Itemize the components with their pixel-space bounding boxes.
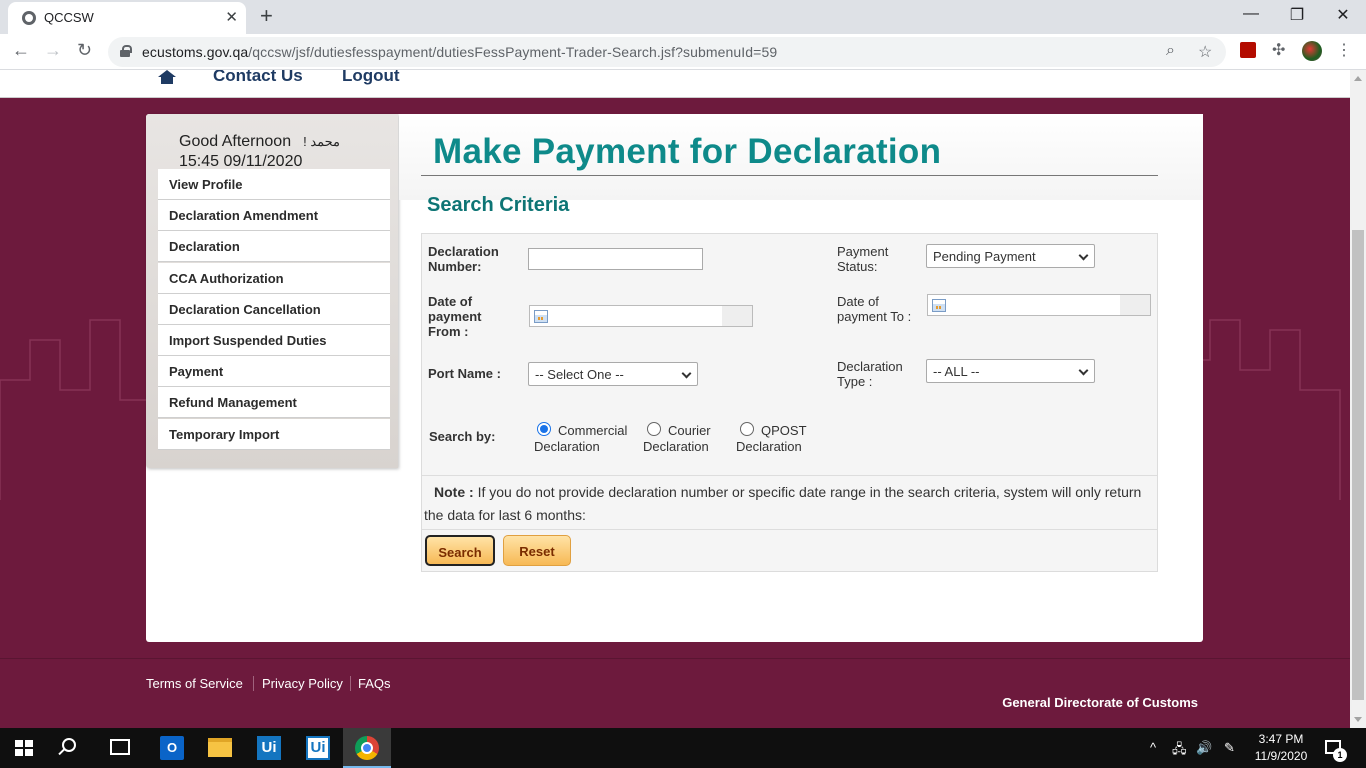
date-to-label: Date of payment To : bbox=[837, 294, 912, 324]
organization-name: General Directorate of Customs bbox=[1002, 695, 1198, 710]
greeting: Good Afternoon! محمد 15:45 09/11/2020 bbox=[179, 133, 341, 170]
network-icon[interactable]: 🖧 bbox=[1172, 740, 1187, 762]
main-panel: Good Afternoon! محمد 15:45 09/11/2020 Vi… bbox=[146, 114, 1203, 642]
taskbar-clock[interactable]: 3:47 PM 11/9/2020 bbox=[1246, 731, 1316, 765]
pen-icon[interactable]: ✎ bbox=[1224, 740, 1235, 756]
sidebar: Good Afternoon! محمد 15:45 09/11/2020 Vi… bbox=[146, 114, 398, 468]
chevron-down-icon bbox=[1078, 365, 1089, 376]
extensions-icon[interactable]: ✣ bbox=[1272, 40, 1285, 60]
scroll-thumb[interactable] bbox=[1352, 230, 1364, 700]
zoom-icon[interactable]: ⌕ bbox=[1166, 42, 1175, 60]
sidebar-item-declaration[interactable]: Declaration bbox=[158, 231, 390, 263]
sidebar-item-view-profile[interactable]: View Profile bbox=[158, 169, 390, 200]
search-button[interactable]: Search bbox=[425, 535, 495, 566]
reset-button[interactable]: Reset bbox=[503, 535, 571, 566]
globe-icon bbox=[22, 11, 36, 25]
payment-status-select[interactable]: Pending Payment bbox=[926, 244, 1095, 268]
forward-icon[interactable]: → bbox=[44, 40, 62, 61]
sidebar-item-temporary-import[interactable]: Temporary Import bbox=[158, 418, 390, 450]
profile-avatar[interactable] bbox=[1302, 41, 1322, 61]
faqs-link[interactable]: FAQs bbox=[358, 676, 391, 691]
outlook-icon[interactable]: O bbox=[160, 736, 184, 760]
volume-icon[interactable]: 🔊 bbox=[1196, 740, 1212, 756]
uipath-studio-icon[interactable]: Ui bbox=[257, 736, 281, 760]
declaration-type-select[interactable]: -- ALL -- bbox=[926, 359, 1095, 383]
search-icon[interactable] bbox=[62, 738, 76, 752]
footer-divider bbox=[350, 676, 351, 691]
bookmark-star-icon[interactable]: ☆ bbox=[1198, 42, 1212, 62]
declaration-type-label: Declaration Type : bbox=[837, 359, 903, 389]
uipath-assistant-icon[interactable]: Ui bbox=[306, 736, 330, 760]
sidebar-item-import-suspended-duties[interactable]: Import Suspended Duties bbox=[158, 324, 390, 356]
terms-of-service-link[interactable]: Terms of Service bbox=[146, 676, 243, 691]
calendar-icon[interactable] bbox=[932, 299, 946, 312]
new-tab-icon[interactable]: + bbox=[260, 3, 273, 29]
date-from-input[interactable] bbox=[529, 305, 753, 327]
declaration-number-label: Declaration Number: bbox=[428, 244, 499, 274]
page-scrollbar[interactable] bbox=[1350, 70, 1366, 728]
minimize-icon[interactable]: — bbox=[1228, 5, 1274, 23]
radio-commercial-label[interactable]: Commercial Declaration bbox=[534, 423, 627, 455]
pdf-extension-icon[interactable] bbox=[1240, 42, 1256, 58]
windows-taskbar: O Ui Ui ^ 🖧 🔊 ✎ 3:47 PM 11/9/2020 1 bbox=[0, 728, 1366, 768]
restore-icon[interactable]: ❐ bbox=[1274, 5, 1320, 25]
search-note: Note : If you do not provide declaration… bbox=[422, 475, 1157, 530]
scroll-up-icon[interactable] bbox=[1354, 76, 1362, 81]
clock-time: 3:47 PM bbox=[1258, 732, 1304, 746]
scroll-down-icon[interactable] bbox=[1354, 717, 1362, 722]
radio-qpost-label[interactable]: QPOST Declaration bbox=[736, 423, 807, 455]
browser-tabbar: QCCSW ✕ + — ❐ ✕ bbox=[0, 0, 1366, 34]
privacy-policy-link[interactable]: Privacy Policy bbox=[262, 676, 343, 691]
calendar-icon[interactable] bbox=[534, 310, 548, 323]
title-divider bbox=[421, 175, 1158, 176]
close-window-icon[interactable]: ✕ bbox=[1320, 5, 1366, 25]
search-by-label: Search by: bbox=[429, 429, 496, 444]
notification-badge: 1 bbox=[1333, 748, 1347, 762]
home-icon[interactable] bbox=[158, 70, 176, 84]
logout-link[interactable]: Logout bbox=[342, 70, 400, 86]
radio-courier-label[interactable]: Courier Declaration bbox=[643, 423, 711, 455]
content-area: Make Payment for Declaration Search Crit… bbox=[399, 114, 1203, 642]
chevron-down-icon bbox=[1078, 250, 1089, 261]
browser-tab[interactable]: QCCSW ✕ bbox=[8, 2, 246, 34]
file-explorer-icon[interactable] bbox=[208, 738, 232, 757]
sidebar-menu: View Profile Declaration Amendment Decla… bbox=[158, 169, 390, 450]
top-navigation: Contact Us Logout bbox=[0, 70, 1350, 98]
section-title: Search Criteria bbox=[427, 194, 570, 216]
sidebar-item-refund-management[interactable]: Refund Management bbox=[158, 387, 390, 419]
search-form: Declaration Number: Payment Status: Pendin… bbox=[421, 233, 1158, 572]
windows-start-icon[interactable] bbox=[15, 740, 33, 756]
task-view-icon[interactable] bbox=[110, 739, 130, 755]
chevron-up-icon[interactable]: ^ bbox=[1150, 740, 1156, 755]
footer-divider bbox=[253, 676, 254, 691]
url-text[interactable]: ecustoms.gov.qa/qccsw/jsf/dutiesfesspaym… bbox=[142, 44, 777, 60]
sidebar-item-cca-authorization[interactable]: CCA Authorization bbox=[158, 262, 390, 294]
page-body: Contact Us Logout Good Afternoon! محمد 1… bbox=[0, 70, 1350, 728]
more-menu-icon[interactable]: ⋮ bbox=[1336, 40, 1352, 60]
page-title: Make Payment for Declaration bbox=[433, 132, 942, 171]
browser-toolbar: ← → ↻ ecustoms.gov.qa/qccsw/jsf/dutiesfe… bbox=[0, 34, 1366, 70]
lock-icon[interactable] bbox=[120, 45, 132, 57]
sidebar-item-declaration-amendment[interactable]: Declaration Amendment bbox=[158, 200, 390, 232]
back-icon[interactable]: ← bbox=[12, 40, 30, 61]
footer: Terms of Service Privacy Policy FAQs Gen… bbox=[0, 658, 1350, 728]
port-name-label: Port Name : bbox=[428, 366, 501, 381]
date-from-label: Date of payment From : bbox=[428, 294, 482, 339]
declaration-number-input[interactable] bbox=[528, 248, 703, 270]
chevron-down-icon bbox=[681, 368, 692, 379]
contact-us-link[interactable]: Contact Us bbox=[213, 70, 303, 86]
address-bar[interactable]: ecustoms.gov.qa/qccsw/jsf/dutiesfesspaym… bbox=[108, 37, 1226, 67]
reload-icon[interactable]: ↻ bbox=[77, 40, 92, 61]
login-datetime: 15:45 09/11/2020 bbox=[179, 153, 303, 170]
chrome-icon[interactable] bbox=[355, 736, 379, 760]
payment-status-label: Payment Status: bbox=[837, 244, 889, 274]
sidebar-item-payment[interactable]: Payment bbox=[158, 356, 390, 388]
sidebar-item-declaration-cancellation[interactable]: Declaration Cancellation bbox=[158, 293, 390, 325]
close-tab-icon[interactable]: ✕ bbox=[225, 8, 238, 26]
port-name-select[interactable]: -- Select One -- bbox=[528, 362, 698, 386]
clock-date: 11/9/2020 bbox=[1254, 749, 1308, 763]
tab-title: QCCSW bbox=[44, 10, 94, 25]
date-to-input[interactable] bbox=[927, 294, 1151, 316]
